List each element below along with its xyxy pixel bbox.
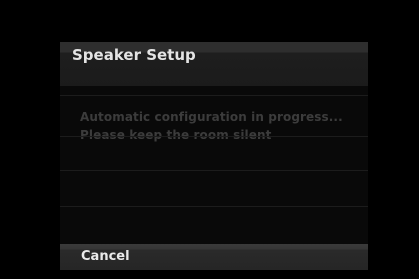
divider-line xyxy=(60,170,368,171)
divider-line xyxy=(60,136,368,137)
cancel-button-label: Cancel xyxy=(81,249,130,264)
dialog-title-bar: Speaker Setup xyxy=(60,42,368,86)
divider-line xyxy=(60,206,368,207)
status-message: Automatic configuration in progress... xyxy=(80,110,343,124)
tv-screen: Speaker Setup Automatic configuration in… xyxy=(0,0,419,279)
cancel-button[interactable]: Cancel xyxy=(60,244,368,270)
speaker-setup-dialog: Speaker Setup Automatic configuration in… xyxy=(60,42,368,270)
instruction-message: Please keep the room silent xyxy=(80,128,272,142)
divider-line xyxy=(60,95,368,96)
dialog-title: Speaker Setup xyxy=(72,46,196,64)
